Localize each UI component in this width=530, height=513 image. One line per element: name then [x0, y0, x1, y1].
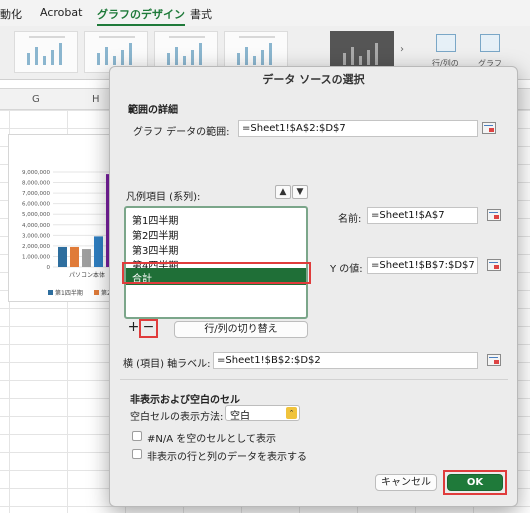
section-divider	[120, 379, 508, 380]
tab-automate[interactable]: 動化	[0, 6, 22, 22]
series-item-q2[interactable]: 第2四半期	[132, 227, 178, 242]
na-as-empty-checkbox[interactable]	[132, 431, 142, 441]
horizontal-axis-label: 横 (項目) 軸ラベル:	[123, 359, 211, 370]
move-series-down-button[interactable]: ▼	[292, 185, 308, 199]
ribbon-tab-bar: 動化 Acrobat グラフのデザイン 書式	[0, 0, 530, 26]
chart-bar	[94, 236, 103, 267]
cancel-button[interactable]: キャンセル	[375, 474, 437, 491]
series-name-field[interactable]: =Sheet1!$A$7	[367, 207, 478, 224]
select-data-icon[interactable]	[480, 34, 500, 52]
chart-y-tick-label: 2,000,000	[22, 244, 50, 250]
name-picker-icon[interactable]	[487, 209, 501, 221]
move-series-up-button[interactable]: ▲	[275, 185, 291, 199]
chart-legend-label: 第1四半期	[55, 289, 83, 297]
ok-highlight-box	[443, 470, 507, 495]
total-highlight-box	[122, 262, 311, 284]
dialog-title: データ ソースの選択	[262, 73, 365, 86]
column-header-g[interactable]: G	[32, 94, 40, 105]
chart-y-tick-label: 0	[47, 265, 51, 271]
chart-legend-swatch	[94, 290, 99, 295]
chart-y-tick-label: 9,000,000	[22, 170, 50, 176]
chart-data-range-label: グラフ データの範囲:	[133, 127, 230, 138]
y-values-label: Y の値:	[330, 264, 363, 275]
chart-y-tick-label: 6,000,000	[22, 202, 50, 208]
y-values-field[interactable]: =Sheet1!$B$7:$D$7	[367, 257, 478, 274]
chart-style-thumbnail-1[interactable]	[14, 31, 78, 73]
blank-cells-label: 空白セルの表示方法:	[130, 412, 224, 423]
switch-row-column-icon[interactable]	[436, 34, 456, 52]
column-header-h[interactable]: H	[92, 94, 100, 105]
embedded-chart[interactable]: 9,000,000 8,000,000 7,000,000 6,000,000 5,00…	[8, 134, 122, 302]
range-section-heading: 範囲の詳細	[128, 105, 178, 116]
chart-bar	[70, 246, 79, 267]
chart-legend-swatch	[48, 290, 53, 295]
series-name-label: 名前:	[338, 214, 362, 225]
blank-cells-select[interactable]: 空白 ⌃	[225, 405, 300, 422]
na-as-empty-label: #N/A を空のセルとして表示	[147, 434, 276, 445]
chart-styles-more-chevron-icon[interactable]: ›	[400, 44, 404, 55]
chart-bar	[58, 246, 67, 267]
chart-canvas: 9,000,000 8,000,000 7,000,000 6,000,000 5,00…	[22, 170, 115, 297]
switch-row-column-button[interactable]: 行/列の切り替え	[174, 321, 308, 338]
chart-y-tick-label: 8,000,000	[22, 181, 50, 187]
select-chevron-icon: ⌃	[286, 407, 297, 419]
chart-y-tick-label: 5,000,000	[22, 212, 50, 218]
chart-bar	[82, 249, 91, 267]
chart-x-category-label: パソコン本体	[69, 271, 105, 279]
series-item-q3[interactable]: 第3四半期	[132, 242, 178, 257]
blank-cells-value: 空白	[230, 411, 250, 422]
chart-y-tick-label: 7,000,000	[22, 191, 50, 197]
chart-y-tick-label: 1,000,000	[22, 254, 50, 260]
tab-format[interactable]: 書式	[190, 6, 212, 22]
axis-picker-icon[interactable]	[487, 354, 501, 366]
tab-chart-design[interactable]: グラフのデザイン	[97, 6, 185, 26]
chart-data-range-field[interactable]: =Sheet1!$A$2:$D$7	[238, 120, 478, 137]
chart-y-tick-label: 4,000,000	[22, 223, 50, 229]
show-hidden-data-checkbox[interactable]	[132, 449, 142, 459]
remove-highlight-box	[139, 319, 158, 338]
chart-y-tick-label: 3,000,000	[22, 233, 50, 239]
hidden-cells-section-heading: 非表示および空白のセル	[130, 395, 240, 406]
select-data-source-dialog: データ ソースの選択 範囲の詳細 グラフ データの範囲: =Sheet1!$A$…	[109, 66, 518, 507]
y-values-picker-icon[interactable]	[487, 259, 501, 271]
range-picker-icon[interactable]	[482, 122, 496, 134]
series-item-q1[interactable]: 第1四半期	[132, 212, 178, 227]
horizontal-axis-field[interactable]: =Sheet1!$B$2:$D$2	[213, 352, 478, 369]
legend-series-label: 凡例項目 (系列):	[126, 192, 201, 203]
tab-acrobat[interactable]: Acrobat	[40, 6, 82, 19]
show-hidden-data-label: 非表示の行と列のデータを表示する	[147, 452, 307, 463]
